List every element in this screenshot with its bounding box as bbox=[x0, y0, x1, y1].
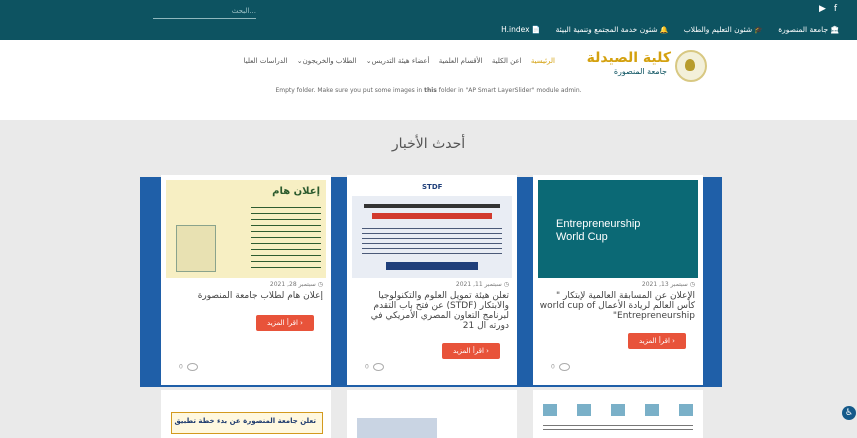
nav-item-label: الطلاب والخريجون bbox=[302, 57, 357, 65]
news-date: سبتمبر 13, 2021 ◷ bbox=[642, 281, 695, 288]
image-heading: إعلان هام bbox=[272, 186, 320, 197]
view-count: 0 bbox=[365, 363, 384, 371]
image-header: STDF bbox=[352, 180, 512, 196]
graduation-cap-icon: 🎓 bbox=[754, 26, 763, 34]
news-image[interactable]: تعلن جامعة المنصورة عن بدء خطة تطبيق bbox=[171, 412, 323, 434]
quick-link-label: جامعة المنصورة bbox=[778, 25, 829, 34]
news-card-partial bbox=[347, 390, 517, 438]
news-card-partial bbox=[533, 390, 703, 438]
image-heading: Entrepreneurship World Cup bbox=[556, 218, 641, 243]
news-title[interactable]: إعلان هام لطلاب جامعة المنصورة bbox=[167, 291, 323, 301]
image-banner bbox=[372, 213, 492, 219]
view-count: 0 bbox=[551, 363, 570, 371]
news-date: سبتمبر 28, 2021 ◷ bbox=[270, 281, 323, 288]
news-title[interactable]: الإعلان عن المسابقة العالمية لإبتكار " ك… bbox=[539, 291, 695, 321]
image-illustration bbox=[176, 225, 216, 272]
institution-icon: 🏛 bbox=[830, 26, 839, 34]
quick-link-education-affairs[interactable]: 🎓شئون التعليم والطلاب bbox=[684, 25, 763, 34]
news-card: STDF سبتمبر 11, 2021 ◷ تعلن هيئة تمويل ا… bbox=[347, 175, 517, 385]
accessibility-icon[interactable]: ♿ bbox=[842, 406, 856, 420]
bell-icon: 🔔 bbox=[659, 26, 669, 34]
news-card-partial: تعلن جامعة المنصورة عن بدء خطة تطبيق bbox=[161, 390, 331, 438]
views-number: 0 bbox=[551, 363, 555, 371]
image-heading: تعلن جامعة المنصورة عن بدء خطة تطبيق bbox=[174, 417, 316, 425]
image-deadline bbox=[386, 262, 478, 270]
eye-icon bbox=[372, 363, 384, 371]
logo-title: كلية الصيدلة bbox=[586, 50, 671, 66]
views-number: 0 bbox=[179, 363, 183, 371]
eye-icon bbox=[186, 363, 198, 371]
main-header: كلية الصيدلة جامعة المنصورة الرئيسية اعن… bbox=[0, 40, 857, 84]
read-more-button[interactable]: اقرأ المزيد › bbox=[628, 333, 686, 349]
quick-link-hindex[interactable]: 📄H.index bbox=[501, 25, 540, 34]
social-links: ▶ f bbox=[814, 4, 837, 14]
quick-link-label: H.index bbox=[501, 25, 530, 34]
quick-link-mansoura-university[interactable]: 🏛جامعة المنصورة bbox=[778, 25, 839, 34]
news-image[interactable] bbox=[357, 418, 437, 438]
news-date: سبتمبر 11, 2021 ◷ bbox=[456, 281, 509, 288]
clock-icon: ◷ bbox=[689, 281, 695, 288]
youtube-icon[interactable]: ▶ bbox=[819, 4, 826, 14]
news-image[interactable]: STDF bbox=[352, 180, 512, 278]
nav-item-home[interactable]: الرئيسية bbox=[531, 57, 555, 65]
quick-link-label: شئون التعليم والطلاب bbox=[683, 25, 753, 34]
clock-icon: ◷ bbox=[503, 281, 509, 288]
read-more-button[interactable]: اقرأ المزيد › bbox=[256, 315, 314, 331]
top-bar: ▶ f 🏛جامعة المنصورة 🎓شئون التعليم والطلا… bbox=[0, 0, 857, 40]
image-bar bbox=[364, 204, 500, 208]
section-title: أحدث الأخبار bbox=[391, 136, 466, 152]
stdf-logo-text: STDF bbox=[422, 183, 443, 191]
main-nav: الرئيسية اعن الكلية الأقسام العلمية أعضا… bbox=[237, 57, 555, 65]
document-icon: 📄 bbox=[531, 26, 541, 34]
news-card: إعلان هام سبتمبر 28, 2021 ◷ إعلان هام لط… bbox=[161, 175, 331, 385]
view-count: 0 bbox=[179, 363, 198, 371]
nav-item-staff[interactable]: أعضاء هيئة التدريس⌄ bbox=[366, 57, 430, 65]
quick-links: 🏛جامعة المنصورة 🎓شئون التعليم والطلاب 🔔ش… bbox=[368, 25, 839, 37]
logo-subtitle: جامعة المنصورة bbox=[613, 67, 667, 76]
nav-item-about[interactable]: اعن الكلية bbox=[492, 57, 522, 65]
notice-text: folder in "AP Smart LayerSlider" module … bbox=[436, 87, 582, 94]
image-text-lines bbox=[251, 202, 321, 272]
nav-item-postgraduate[interactable]: الدراسات العليا bbox=[244, 57, 288, 65]
quick-link-label: شئون خدمة المجتمع وتنمية البيئة bbox=[555, 25, 658, 34]
nav-item-departments[interactable]: الأقسام العلمية bbox=[439, 57, 483, 65]
image-text-lines bbox=[543, 422, 693, 432]
image-text-lines bbox=[362, 224, 502, 258]
university-seal-icon bbox=[675, 50, 707, 82]
eye-icon bbox=[558, 363, 570, 371]
news-image[interactable]: إعلان هام bbox=[166, 180, 326, 278]
notice-bold: this bbox=[424, 87, 437, 94]
nav-item-students[interactable]: الطلاب والخريجون⌄ bbox=[297, 57, 357, 65]
facebook-icon[interactable]: f bbox=[834, 4, 837, 14]
search-input[interactable] bbox=[153, 4, 256, 19]
slider-empty-notice: Empty folder. Make sure you put some ima… bbox=[0, 87, 857, 94]
clock-icon: ◷ bbox=[317, 281, 323, 288]
views-number: 0 bbox=[365, 363, 369, 371]
quick-link-community-service[interactable]: 🔔شئون خدمة المجتمع وتنمية البيئة bbox=[556, 25, 669, 34]
notice-text: Empty folder. Make sure you put some ima… bbox=[275, 87, 425, 94]
news-title[interactable]: تعلن هيئة تمويل العلوم والتكنولوجيا والا… bbox=[353, 291, 509, 331]
nav-item-label: أعضاء هيئة التدريس bbox=[371, 57, 430, 65]
date-text: سبتمبر 13, 2021 bbox=[641, 281, 688, 288]
news-image[interactable]: Entrepreneurship World Cup bbox=[538, 180, 698, 278]
date-text: سبتمبر 11, 2021 bbox=[455, 281, 502, 288]
date-text: سبتمبر 28, 2021 bbox=[269, 281, 316, 288]
news-card: Entrepreneurship World Cup سبتمبر 13, 20… bbox=[533, 175, 703, 385]
faculty-logo[interactable]: كلية الصيدلة جامعة المنصورة bbox=[567, 50, 707, 82]
news-image-logos[interactable] bbox=[543, 404, 693, 416]
read-more-button[interactable]: اقرأ المزيد › bbox=[442, 343, 500, 359]
